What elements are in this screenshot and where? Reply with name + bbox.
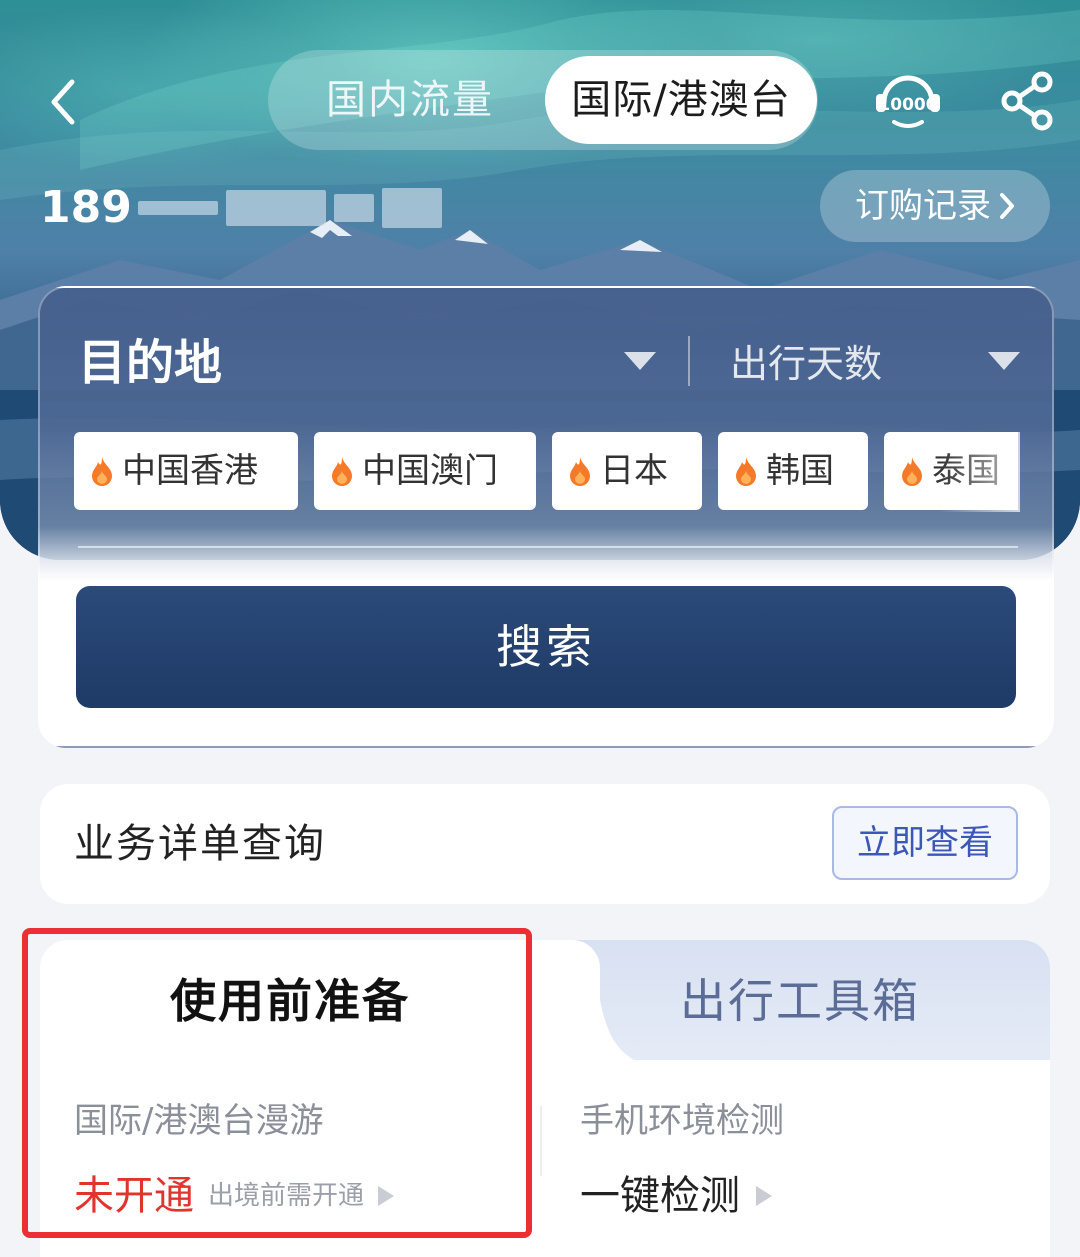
hot-destination-chip[interactable]: 日本 xyxy=(552,432,702,510)
fire-icon xyxy=(92,457,112,486)
back-button[interactable] xyxy=(38,72,88,132)
divider xyxy=(540,1106,542,1176)
order-history-button[interactable]: 订购记录 xyxy=(820,170,1050,242)
destination-select[interactable]: 目的地 xyxy=(78,328,222,398)
fire-icon xyxy=(570,457,590,486)
detail-query-card: 业务详单查询 立即查看 xyxy=(40,784,1050,904)
chip-label: 中国香港 xyxy=(122,451,258,491)
chip-label: 韩国 xyxy=(766,451,834,491)
share-icon[interactable] xyxy=(998,70,1058,132)
roaming-service-title: 国际/港澳台漫游 xyxy=(74,1101,324,1141)
hot-destination-chip[interactable]: 中国香港 xyxy=(74,432,298,510)
chip-list-fade xyxy=(940,432,1020,512)
phone-env-check-title: 手机环境检测 xyxy=(580,1101,784,1141)
hot-destination-chip[interactable]: 韩国 xyxy=(718,432,868,510)
tab-before-use-prep[interactable]: 使用前准备 xyxy=(40,966,540,1036)
tab-international-traffic[interactable]: 国际/港澳台 xyxy=(545,56,817,144)
tab-content-bg xyxy=(40,1060,1050,1257)
chevron-left-icon xyxy=(51,79,75,125)
roaming-status: 未开通 xyxy=(74,1173,194,1219)
divider xyxy=(688,336,690,386)
one-click-check-button[interactable]: 一键检测 xyxy=(580,1166,772,1226)
travel-days-select[interactable]: 出行天数 xyxy=(730,332,882,396)
phone-number: 189 xyxy=(40,180,442,236)
dropdown-arrow-icon[interactable] xyxy=(624,352,656,370)
detail-query-label: 业务详单查询 xyxy=(74,821,326,867)
play-arrow-icon xyxy=(756,1186,772,1206)
one-click-check-label: 一键检测 xyxy=(580,1173,740,1219)
fire-icon xyxy=(736,457,756,486)
view-now-button[interactable]: 立即查看 xyxy=(832,806,1018,880)
chevron-right-icon xyxy=(1000,193,1014,219)
chip-label: 中国澳门 xyxy=(362,451,498,491)
tab-travel-toolbox[interactable]: 出行工具箱 xyxy=(640,966,960,1036)
play-arrow-icon xyxy=(378,1186,395,1206)
hot-destination-chip[interactable]: 中国澳门 xyxy=(314,432,536,510)
dropdown-arrow-icon[interactable] xyxy=(988,352,1020,370)
chip-label: 日本 xyxy=(600,451,668,491)
roaming-search-card: 目的地 出行天数 中国香港 中国澳门 日本 韩国 泰国 搜索 xyxy=(38,286,1054,748)
fire-icon xyxy=(332,457,352,486)
phone-prefix: 189 xyxy=(40,182,132,233)
hot-destination-list: 中国香港 中国澳门 日本 韩国 泰国 xyxy=(74,432,1018,512)
hotline-10000-icon[interactable]: 10000 xyxy=(870,68,946,134)
tab-domestic-traffic[interactable]: 国内流量 xyxy=(300,68,520,132)
roaming-hint: 出境前需开通 xyxy=(208,1181,365,1211)
order-history-label: 订购记录 xyxy=(855,186,991,226)
roaming-status-row[interactable]: 未开通 出境前需开通 xyxy=(74,1166,395,1226)
fire-icon xyxy=(902,457,922,486)
phone-number-masked xyxy=(137,188,442,228)
search-button[interactable]: 搜索 xyxy=(76,586,1016,708)
travel-tabs-panel: 使用前准备 出行工具箱 国际/港澳台漫游 未开通 出境前需开通 手机环境检测 一… xyxy=(40,940,1050,1257)
divider xyxy=(78,546,1018,548)
svg-text:10000: 10000 xyxy=(878,95,937,115)
